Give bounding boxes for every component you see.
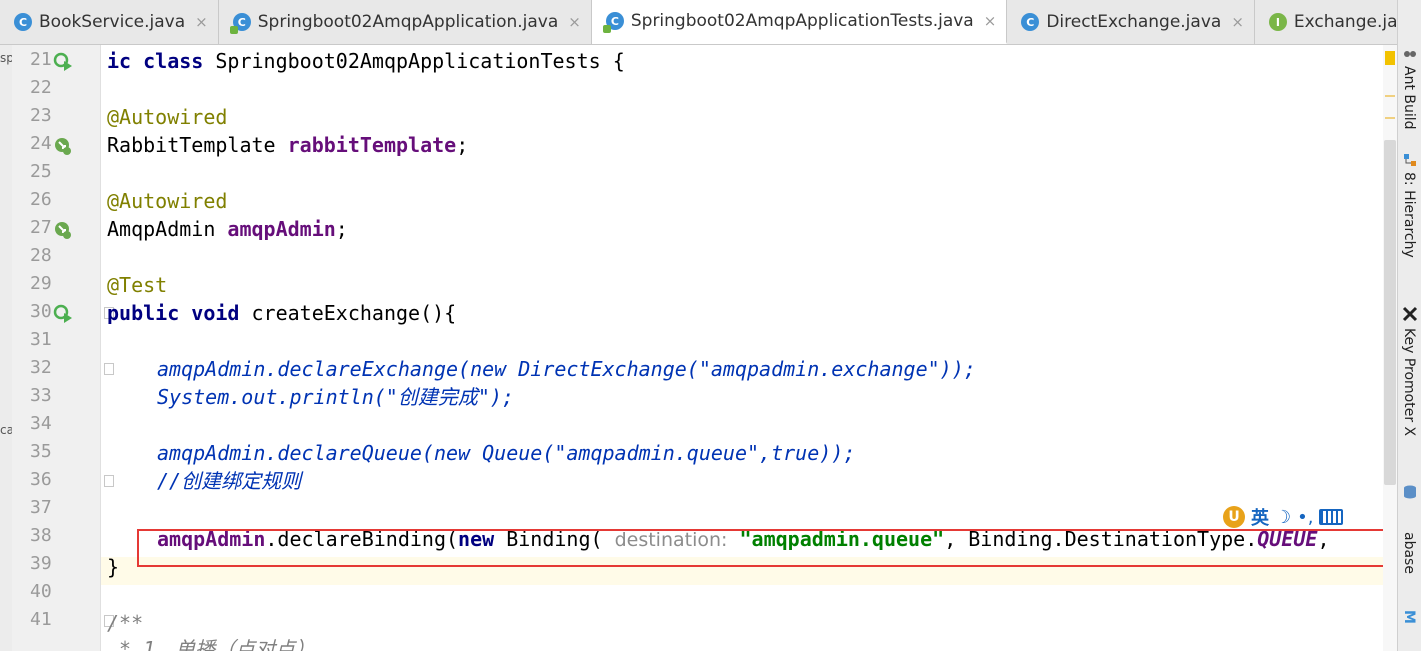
line-number: 22 (30, 77, 52, 98)
code-line-38: amqpAdmin.declareBinding(new Binding( de… (157, 527, 1330, 551)
tab-exchange[interactable]: I Exchange.java × (1255, 0, 1397, 44)
tool-maven[interactable]: M (1401, 610, 1417, 624)
tab-directexchange[interactable]: C DirectExchange.java × (1007, 0, 1255, 44)
current-line-highlight (101, 557, 1383, 585)
line-number: 39 (30, 553, 52, 574)
line-number: 26 (30, 189, 52, 210)
punctuation-icon[interactable]: •, (1297, 507, 1313, 528)
ime-language-toggle[interactable]: 英 (1251, 504, 1269, 530)
code-line-33: System.out.println("创建完成"); (157, 385, 514, 409)
code-line-41: /** (107, 611, 144, 635)
line-number: 25 (30, 161, 52, 182)
run-test-icon[interactable] (52, 51, 74, 73)
code-line-29: @Test (107, 273, 168, 297)
code-line-39: } (107, 555, 120, 579)
editor-tab-bar: C BookService.java × C Springboot02AmqpA… (0, 0, 1397, 45)
code-line-42: * 1、单播（点对点） (107, 637, 316, 651)
database-icon (1404, 485, 1416, 499)
close-icon[interactable]: × (568, 13, 581, 31)
tool-key-promoter-x[interactable]: Key Promoter X (1401, 328, 1417, 436)
right-tool-window-bar: Ant Build 8: Hierarchy Key Promoter X ab… (1397, 0, 1421, 651)
line-number: 29 (30, 273, 52, 294)
code-line-21: ic class Springboot02AmqpApplicationTest… (107, 49, 625, 73)
tool-ant-build[interactable]: Ant Build (1401, 66, 1417, 130)
run-test-icon[interactable] (52, 303, 74, 325)
line-number: 34 (30, 413, 52, 434)
tool-database[interactable]: abase (1401, 532, 1417, 574)
line-number: 37 (30, 497, 52, 518)
warning-marker[interactable] (1385, 117, 1395, 119)
code-line-24: RabbitTemplate rabbitTemplate; (107, 133, 469, 157)
spring-class-icon: C (602, 12, 624, 33)
navigate-to-bean-icon[interactable] (52, 219, 74, 241)
code-line-27: AmqpAdmin amqpAdmin; (107, 217, 348, 241)
code-line-32: amqpAdmin.declareExchange(new DirectExch… (157, 357, 976, 381)
ant-icon (1404, 51, 1416, 57)
tab-label: BookService.java (39, 12, 186, 32)
line-number-gutter[interactable]: 21 22 23 24 25 26 27 28 29 30 31 32 33 3… (12, 45, 114, 651)
class-icon: C (1021, 13, 1040, 31)
parameter-hint: destination: (614, 529, 728, 551)
line-number: 23 (30, 105, 52, 126)
class-icon: C (14, 13, 32, 31)
tab-bookservice[interactable]: C BookService.java × (0, 0, 219, 44)
code-line-35: amqpAdmin.declareQueue(new Queue("amqpad… (157, 441, 856, 465)
tab-label: DirectExchange.java (1046, 12, 1222, 32)
close-icon[interactable]: × (1231, 13, 1244, 31)
tab-label: Exchange.java (1293, 12, 1397, 32)
code-line-23: @Autowired (107, 105, 228, 129)
ime-toolbar[interactable]: U 英 ☽ •, (1223, 503, 1391, 531)
spring-class-icon: C (229, 13, 251, 34)
line-number: 41 (30, 609, 52, 630)
line-number: 35 (30, 441, 52, 462)
line-number: 38 (30, 525, 52, 546)
tab-springboot02amqpapplication[interactable]: C Springboot02AmqpApplication.java × (219, 0, 592, 44)
hierarchy-icon (1404, 154, 1416, 166)
line-number: 32 (30, 357, 52, 378)
interface-icon: I (1268, 13, 1287, 31)
ime-logo-icon[interactable]: U (1223, 506, 1245, 528)
line-number: 28 (30, 245, 52, 266)
warning-marker[interactable] (1385, 51, 1395, 65)
code-line-30: public void createExchange(){ (107, 301, 457, 325)
vertical-scrollbar[interactable] (1384, 140, 1396, 485)
tab-label: Springboot02AmqpApplicationTests.java (630, 11, 974, 31)
moon-icon[interactable]: ☽ (1275, 507, 1291, 528)
tab-label: Springboot02AmqpApplication.java (257, 12, 559, 32)
key-promoter-icon (1402, 306, 1418, 322)
warning-marker[interactable] (1385, 95, 1395, 97)
code-editor[interactable]: ic class Springboot02AmqpApplicationTest… (101, 45, 1383, 651)
close-icon[interactable]: × (195, 13, 208, 31)
keyboard-icon[interactable] (1319, 509, 1344, 525)
close-icon[interactable]: × (984, 12, 997, 30)
line-number: 31 (30, 329, 52, 350)
line-number: 33 (30, 385, 52, 406)
tab-springboot02amqpapplicationtests[interactable]: C Springboot02AmqpApplicationTests.java … (591, 0, 1008, 44)
tool-hierarchy[interactable]: 8: Hierarchy (1401, 172, 1417, 258)
navigate-to-bean-icon[interactable] (52, 135, 74, 157)
code-line-36: //创建绑定规则 (157, 469, 302, 493)
line-number: 40 (30, 581, 52, 602)
code-line-26: @Autowired (107, 189, 228, 213)
line-number: 36 (30, 469, 52, 490)
